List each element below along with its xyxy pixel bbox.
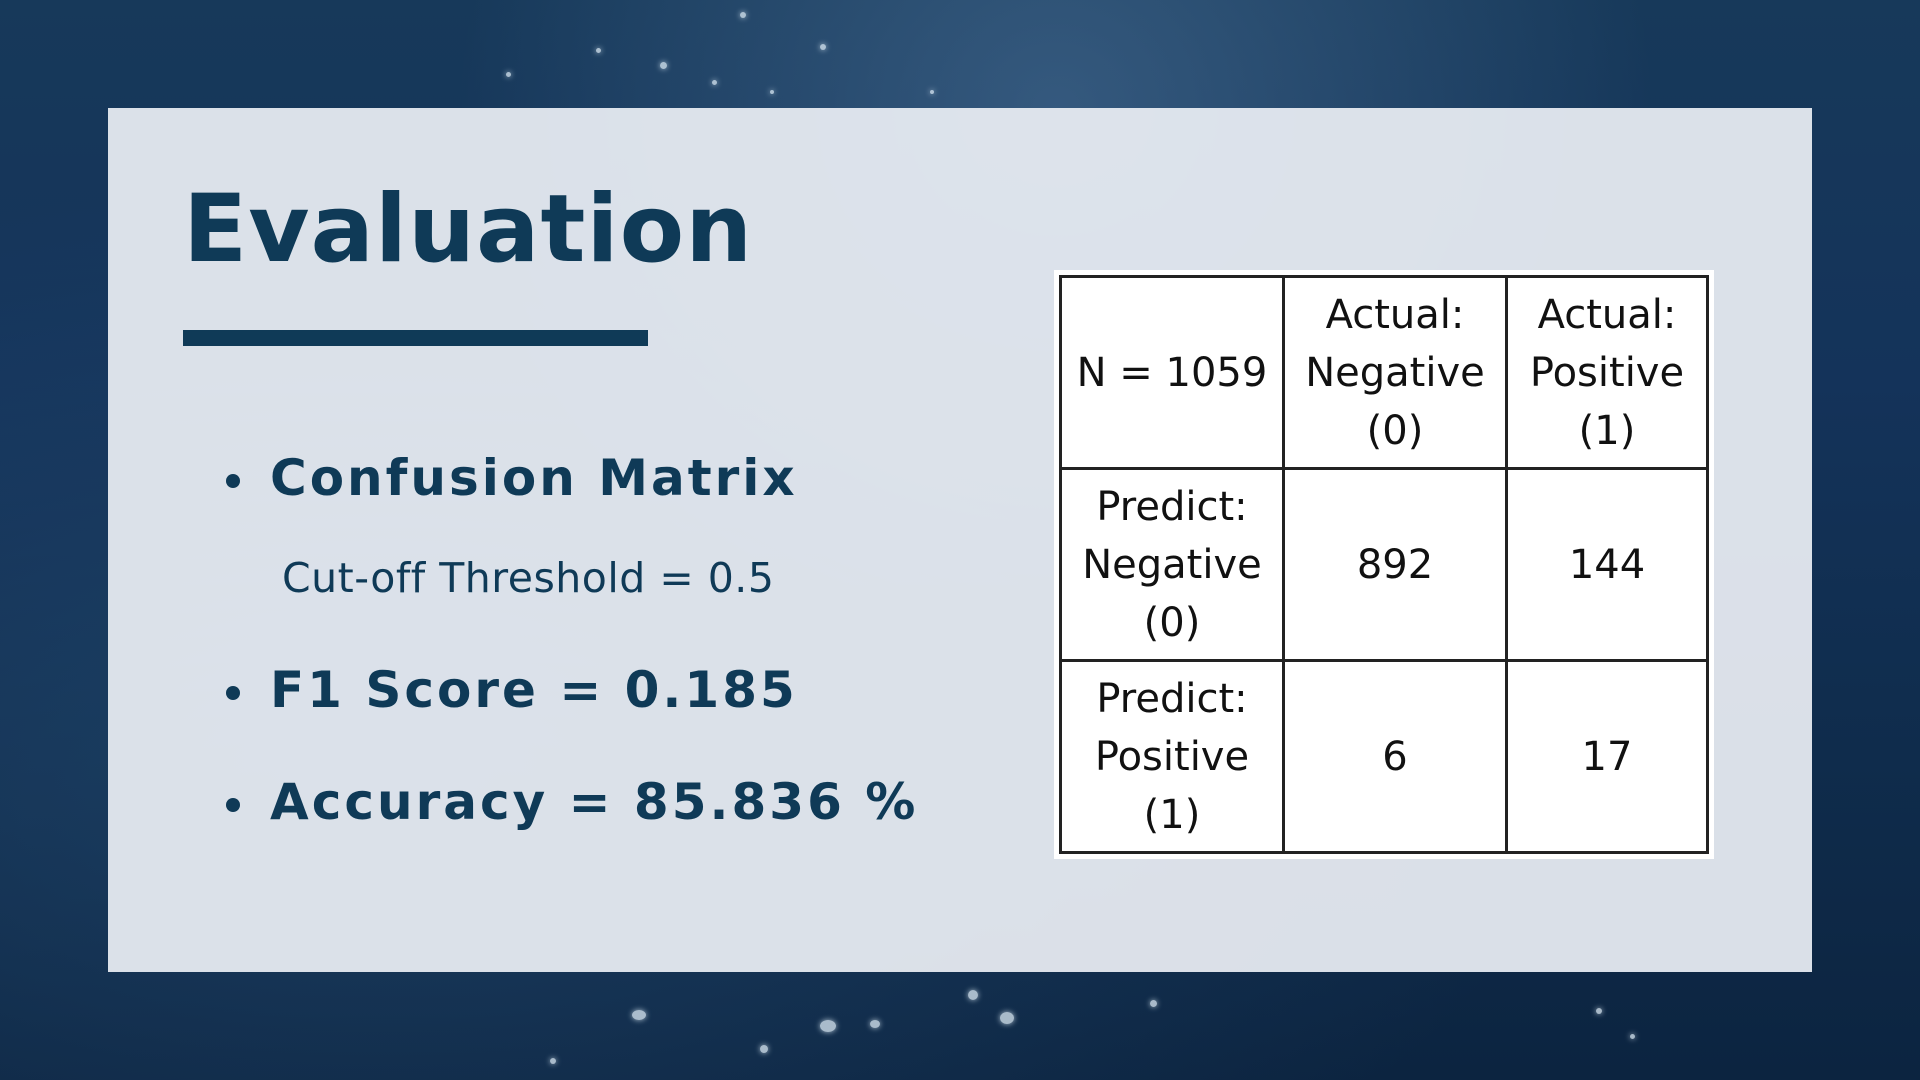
bullet-accuracy: Accuracy = 85.836 % <box>226 772 918 832</box>
table-row: N = 1059 Actual: Negative (0) Actual: Po… <box>1059 275 1709 470</box>
bullet-confusion-matrix: Confusion Matrix <box>226 448 798 508</box>
header-line: Negative <box>1082 541 1262 588</box>
confusion-matrix-table: N = 1059 Actual: Negative (0) Actual: Po… <box>1059 275 1709 854</box>
cell-false-positive: 6 <box>1282 659 1508 854</box>
header-line: Negative <box>1305 349 1485 396</box>
slide-panel: Evaluation Confusion Matrix F1 Score = 0… <box>108 108 1812 972</box>
corner-cell: N = 1059 <box>1059 275 1285 470</box>
table-row: Predict: Negative (0) 892 144 <box>1059 467 1709 662</box>
header-line: Actual: <box>1537 291 1677 338</box>
header-line: (0) <box>1366 407 1424 454</box>
header-line: (1) <box>1143 791 1201 838</box>
cell-true-positive: 17 <box>1505 659 1709 854</box>
header-line: Positive <box>1094 733 1250 780</box>
title-underline <box>183 330 648 346</box>
header-line: Positive <box>1529 349 1685 396</box>
header-line: (0) <box>1143 599 1201 646</box>
cell-false-negative: 144 <box>1505 467 1709 662</box>
header-line: (1) <box>1578 407 1636 454</box>
bullet-f1-score: F1 Score = 0.185 <box>226 660 798 720</box>
col-header-actual-positive: Actual: Positive (1) <box>1505 275 1709 470</box>
page-title: Evaluation <box>183 175 754 284</box>
header-line: Predict: <box>1096 675 1248 722</box>
row-header-predict-negative: Predict: Negative (0) <box>1059 467 1285 662</box>
cell-true-negative: 892 <box>1282 467 1508 662</box>
cutoff-threshold-text: Cut-off Threshold = 0.5 <box>282 554 775 602</box>
header-line: Predict: <box>1096 483 1248 530</box>
confusion-matrix: N = 1059 Actual: Negative (0) Actual: Po… <box>1054 270 1714 859</box>
sample-count: N = 1059 <box>1076 349 1268 396</box>
table-row: Predict: Positive (1) 6 17 <box>1059 659 1709 854</box>
col-header-actual-negative: Actual: Negative (0) <box>1282 275 1508 470</box>
header-line: Actual: <box>1325 291 1465 338</box>
row-header-predict-positive: Predict: Positive (1) <box>1059 659 1285 854</box>
